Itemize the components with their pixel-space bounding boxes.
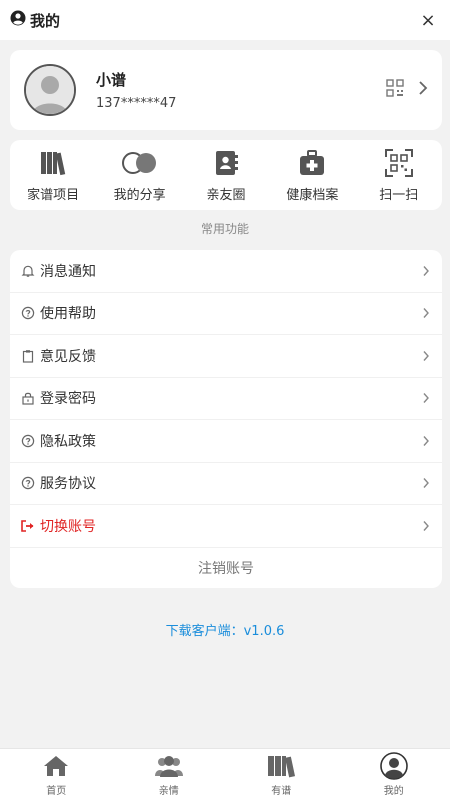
menu-item-login-password[interactable]: 登录密码: [10, 378, 442, 420]
logout-icon: [18, 519, 38, 533]
clipboard-icon: [18, 349, 38, 363]
menu-item-label: 消息通知: [40, 263, 96, 280]
menu-item-label: 隐私政策: [40, 433, 96, 450]
bottom-tab-bar: 首页 亲情 有谱 我的: [0, 748, 450, 800]
menu-item-notifications[interactable]: 消息通知: [10, 250, 442, 293]
menu-item-help[interactable]: 使用帮助: [10, 293, 442, 335]
medical-kit-icon: [298, 148, 326, 178]
chevron-right-icon: [418, 477, 434, 489]
books-icon: [39, 148, 67, 178]
user-name: 小谱: [96, 71, 127, 89]
title-bar: 我的 ×: [0, 0, 450, 40]
share-toggle-icon: [121, 148, 159, 178]
menu-item-label: 意见反馈: [40, 348, 96, 365]
chevron-right-icon: [418, 350, 434, 362]
help-icon: [18, 476, 38, 490]
page-title: 我的: [30, 11, 61, 30]
user-circle-icon: [10, 10, 26, 30]
user-phone: 137******47: [96, 96, 177, 111]
menu-item-service-agreement[interactable]: 服务协议: [10, 463, 442, 505]
tab-label: 亲情: [158, 786, 179, 797]
avatar: [24, 64, 76, 116]
profile-card[interactable]: 小谱 137******47: [10, 50, 442, 130]
menu-item-label: 登录密码: [40, 391, 96, 408]
menu-item-switch-account[interactable]: 切换账号: [10, 505, 442, 548]
qr-code-icon[interactable]: [386, 79, 404, 101]
profile-actions: [386, 79, 428, 101]
contact-book-icon: [213, 148, 239, 178]
tab-label: 首页: [46, 786, 67, 797]
user-info: 小谱 137******47: [96, 69, 386, 111]
menu-item-label: 使用帮助: [40, 306, 96, 323]
quick-action-label: 扫一扫: [379, 187, 419, 203]
chevron-right-icon: [418, 80, 428, 100]
home-icon: [42, 752, 70, 780]
quick-actions: 家谱项目 我的分享 亲友圈 健康档案 扫一扫: [10, 140, 442, 210]
quick-action-scan[interactable]: 扫一扫: [356, 148, 442, 203]
menu-item-label: 切换账号: [40, 518, 96, 535]
quick-action-label: 家谱项目: [27, 187, 80, 203]
chevron-right-icon: [418, 265, 434, 277]
cancel-account-button[interactable]: 注销账号: [10, 548, 442, 588]
lock-icon: [18, 391, 38, 405]
tab-label: 有谱: [271, 786, 292, 797]
avatar-icon: [379, 752, 408, 780]
books-icon: [266, 752, 296, 780]
menu-item-privacy-policy[interactable]: 隐私政策: [10, 420, 442, 463]
close-button[interactable]: ×: [416, 10, 440, 31]
menu-item-label: 服务协议: [40, 476, 96, 493]
avatar-silhouette-icon: [26, 66, 74, 114]
chevron-right-icon: [418, 307, 434, 319]
section-label: 常用功能: [200, 222, 249, 236]
quick-action-label: 健康档案: [286, 187, 339, 203]
chevron-right-icon: [418, 435, 434, 447]
help-icon: [18, 434, 38, 448]
menu-item-feedback[interactable]: 意见反馈: [10, 335, 442, 378]
scan-icon: [384, 148, 414, 178]
people-icon: [154, 752, 184, 780]
help-icon: [18, 306, 38, 320]
chevron-right-icon: [418, 392, 434, 404]
chevron-right-icon: [418, 520, 434, 532]
tab-genealogy[interactable]: 有谱: [225, 749, 338, 800]
tab-home[interactable]: 首页: [0, 749, 113, 800]
quick-action-friends[interactable]: 亲友圈: [183, 148, 269, 203]
tab-label: 我的: [383, 786, 404, 797]
bell-icon: [18, 264, 38, 278]
title-group: 我的: [10, 10, 60, 31]
tab-me[interactable]: 我的: [338, 749, 450, 800]
download-client-link[interactable]: 下载客户端：v1.0.6: [0, 620, 450, 639]
quick-action-label: 亲友圈: [206, 187, 246, 203]
quick-action-label: 我的分享: [113, 187, 166, 203]
quick-action-family-tree[interactable]: 家谱项目: [10, 148, 96, 203]
settings-menu: 消息通知 使用帮助 意见反馈 登录密码 隐私政策 服务协议 切换账号 注销账号: [10, 250, 442, 588]
quick-action-health-record[interactable]: 健康档案: [269, 148, 355, 203]
tab-family[interactable]: 亲情: [113, 749, 226, 800]
quick-action-my-share[interactable]: 我的分享: [97, 148, 183, 203]
